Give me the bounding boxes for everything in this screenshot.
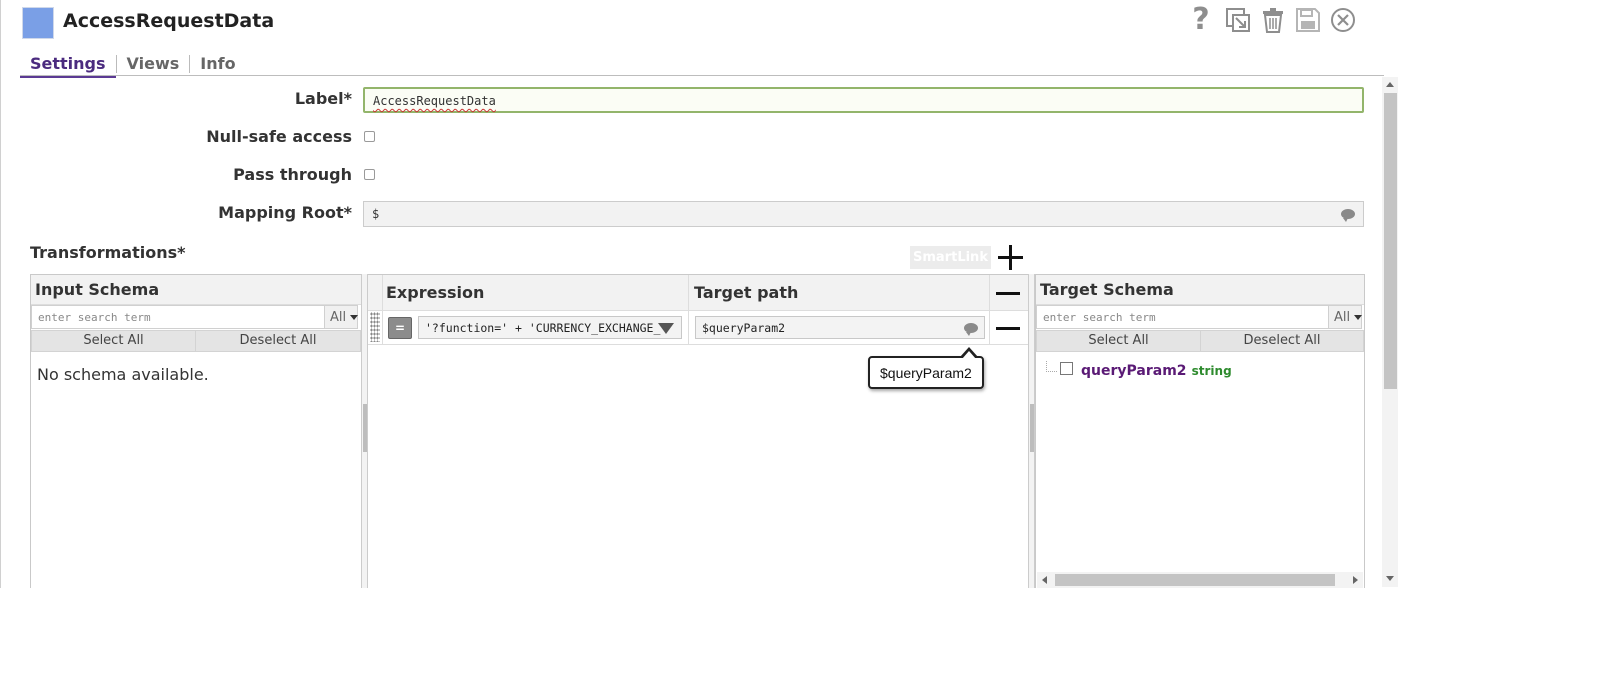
field-checkbox[interactable] [1060, 362, 1073, 375]
mapping-root-input[interactable]: $ [363, 201, 1364, 227]
target-path-tooltip: $queryParam2 [868, 347, 984, 389]
null-safe-checkbox[interactable] [364, 131, 375, 142]
tree-connector [1046, 361, 1057, 372]
splitter-grip[interactable] [363, 404, 367, 452]
help-icon[interactable]: ? [1186, 5, 1216, 35]
input-schema-filter-value: All [330, 309, 347, 325]
input-schema-search[interactable]: enter search term [31, 305, 325, 329]
expression-dropdown-arrow-icon[interactable] [658, 323, 674, 334]
snap-title: AccessRequestData [63, 10, 275, 32]
target-path-header: Target path [694, 283, 799, 302]
window-left-border [0, 0, 1, 588]
row-divider [368, 344, 1029, 345]
mapping-table: Expression Target path = '?function=' + … [368, 274, 1029, 588]
tab-views[interactable]: Views [117, 52, 190, 76]
input-schema-filter-dropdown[interactable]: All [324, 305, 359, 329]
trash-icon[interactable] [1258, 5, 1288, 35]
remove-row-minus-icon[interactable] [996, 327, 1020, 330]
target-path-value: $queryParam2 [702, 321, 786, 335]
input-schema-panel: Input Schema enter search term All Selec… [30, 274, 362, 588]
input-select-all-button[interactable]: Select All [31, 330, 196, 352]
column-divider [382, 275, 383, 344]
smartlink-button[interactable]: SmartLink [910, 246, 991, 269]
right-panel-splitter[interactable] [1028, 274, 1035, 588]
input-schema-title: Input Schema [31, 275, 361, 305]
mapping-root-label: Mapping Root* [218, 203, 352, 222]
expression-value: '?function=' + 'CURRENCY_EXCHANGE_ [425, 321, 661, 335]
target-schema-title: Target Schema [1036, 275, 1364, 305]
tabs-underline [20, 75, 1384, 76]
save-icon[interactable] [1293, 5, 1323, 35]
tab-info[interactable]: Info [190, 52, 245, 76]
expression-input[interactable]: '?function=' + 'CURRENCY_EXCHANGE_ [418, 316, 682, 339]
target-path-input[interactable]: $queryParam2 [695, 316, 985, 339]
no-schema-message: No schema available. [37, 365, 209, 384]
target-field-item[interactable]: queryParam2 string [1081, 360, 1232, 379]
label-input[interactable]: AccessRequestData [363, 87, 1364, 113]
scroll-down-arrow-icon[interactable] [1386, 576, 1394, 581]
field-name: queryParam2 [1081, 363, 1187, 379]
mapping-root-value: $ [372, 207, 380, 221]
column-divider [989, 275, 990, 344]
mapping-header-row: Expression Target path [368, 275, 1029, 311]
expression-mode-button[interactable]: = [388, 317, 412, 339]
comment-icon[interactable] [1341, 209, 1355, 222]
horizontal-scrollbar[interactable] [1037, 572, 1363, 588]
chevron-down-icon [1354, 314, 1363, 320]
target-schema-filter-dropdown[interactable]: All [1328, 305, 1363, 329]
label-field-label: Label* [294, 89, 352, 108]
scroll-left-arrow-icon[interactable] [1042, 576, 1047, 584]
add-row-plus-icon[interactable] [996, 243, 1024, 271]
left-panel-splitter[interactable] [361, 274, 368, 588]
target-schema-filter-value: All [1334, 309, 1351, 325]
row-drag-handle-icon[interactable] [370, 312, 380, 342]
scroll-thumb[interactable] [1384, 93, 1397, 389]
target-select-all-button[interactable]: Select All [1036, 330, 1201, 352]
field-type: string [1191, 364, 1232, 378]
target-deselect-all-button[interactable]: Deselect All [1200, 330, 1364, 352]
transformations-title: Transformations* [30, 243, 186, 262]
snap-type-swatch [22, 7, 54, 39]
export-icon[interactable] [1223, 5, 1253, 35]
scroll-thumb[interactable] [1055, 574, 1335, 586]
pass-through-checkbox[interactable] [364, 169, 375, 180]
pass-through-label: Pass through [233, 165, 352, 184]
comment-icon[interactable] [964, 323, 978, 336]
input-deselect-all-button[interactable]: Deselect All [195, 330, 361, 352]
target-schema-search[interactable]: enter search term [1036, 305, 1329, 329]
expression-header: Expression [386, 283, 485, 302]
close-icon[interactable] [1328, 5, 1358, 35]
scroll-up-arrow-icon[interactable] [1386, 82, 1394, 87]
target-schema-panel: Target Schema enter search term All Sele… [1035, 274, 1365, 588]
chevron-down-icon [350, 314, 359, 320]
null-safe-label: Null-safe access [206, 127, 352, 146]
vertical-scrollbar[interactable] [1382, 77, 1398, 587]
tab-bar: Settings Views Info [20, 52, 246, 78]
splitter-grip[interactable] [1030, 404, 1034, 452]
column-divider [688, 275, 689, 344]
scroll-right-arrow-icon[interactable] [1353, 576, 1358, 584]
remove-all-minus-icon[interactable] [996, 292, 1020, 295]
